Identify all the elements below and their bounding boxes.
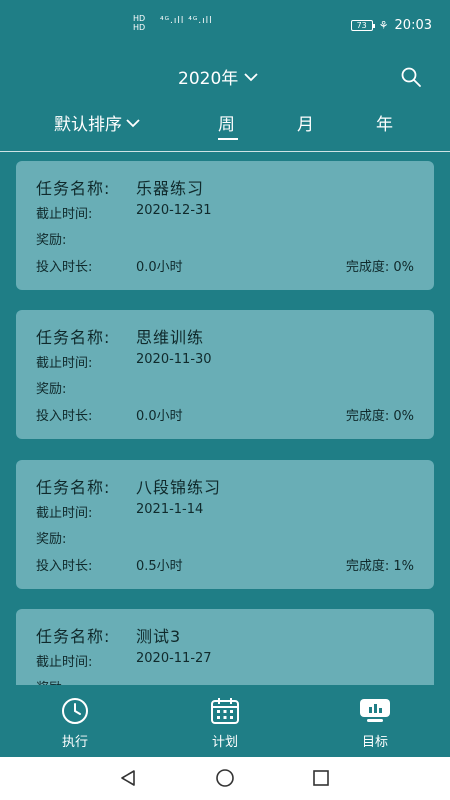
signal-icon: ⁴ᴳ.ıll ⁴ᴳ.ıll [160,16,213,26]
task-name: 八段锦练习 [136,478,222,497]
app-screen: HD HD ⁴ᴳ.ıll ⁴ᴳ.ıll 73 ⚘ 20:03 2020年 默认排… [0,0,450,757]
nav-plan-label: 计划 [211,735,238,750]
task-list[interactable]: 任务名称: 乐器练习 截止时间: 2020-12-31 奖励: 投入时长: 0.… [0,152,450,685]
task-card[interactable]: 任务名称: 八段锦练习 截止时间: 2021-1-14 奖励: 投入时长: 0.… [16,460,434,589]
year-selector[interactable]: 2020年 [178,64,258,89]
time-spent-value: 0.0小时 [136,409,183,424]
back-icon[interactable] [118,768,138,788]
task-name-label: 任务名称: [36,627,111,646]
sort-label: 默认排序 [54,115,122,135]
task-name-label: 任务名称: [36,179,111,198]
sort-selector[interactable]: 默认排序 [54,110,140,135]
system-navigation-bar [0,757,450,800]
deadline-value: 2020-11-30 [136,352,212,367]
task-card[interactable]: 任务名称: 测试3 截止时间: 2020-11-27 奖励: [16,609,434,685]
power-saving-icon: ⚘ [378,19,389,32]
task-name: 思维训练 [136,328,205,347]
recent-apps-icon[interactable] [311,768,331,788]
search-icon[interactable] [400,66,422,88]
clock-icon [62,698,88,724]
period-tabs: 默认排序 周 月 年 [0,108,450,148]
task-card[interactable]: 任务名称: 思维训练 截止时间: 2020-11-30 奖励: 投入时长: 0.… [16,310,434,439]
deadline-value: 2020-12-31 [136,203,212,218]
time-spent-label: 投入时长: [36,260,93,275]
year-label: 2020年 [178,69,239,89]
tab-month[interactable]: 月 [297,110,314,135]
time-spent-label: 投入时长: [36,559,93,574]
network-indicators: HD HD [133,14,145,32]
task-name: 乐器练习 [136,179,205,198]
chevron-down-icon [244,72,258,81]
home-icon[interactable] [214,768,236,788]
completion-value: 完成度: 0% [345,409,414,424]
battery-icon: 73 [350,20,375,31]
deadline-label: 截止时间: [36,506,93,521]
deadline-value: 2021-1-14 [136,502,204,517]
hd-badge-bottom: HD [133,23,146,32]
deadline-label: 截止时间: [36,356,93,371]
task-card[interactable]: 任务名称: 乐器练习 截止时间: 2020-12-31 奖励: 投入时长: 0.… [16,161,434,290]
tab-week[interactable]: 周 [218,110,235,135]
task-name-label: 任务名称: [36,478,111,497]
nav-execute-label: 执行 [61,735,88,750]
nav-execute[interactable]: 执行 [35,697,115,750]
hd-badge-top: HD [133,14,146,23]
nav-goal[interactable]: 目标 [335,697,415,750]
reward-label: 奖励: [36,677,66,685]
deadline-value: 2020-11-27 [136,651,212,666]
task-name: 测试3 [136,627,182,646]
active-tab-indicator [218,138,238,140]
reward-label: 奖励: [36,382,67,397]
task-name-label: 任务名称: [36,328,111,347]
status-right: 73 ⚘ 20:03 [350,18,432,33]
time-spent-label: 投入时长: [36,409,93,424]
time-spent-value: 0.5小时 [136,559,183,574]
status-time: 20:03 [394,18,432,33]
calendar-icon [211,698,239,724]
nav-plan[interactable]: 计划 [185,697,265,750]
goal-board-icon [360,699,390,722]
bottom-navigation: 执行 计划 目标 [0,685,450,757]
status-bar: HD HD ⁴ᴳ.ıll ⁴ᴳ.ıll 73 ⚘ 20:03 [0,0,450,48]
completion-value: 完成度: 1% [345,559,414,574]
nav-goal-label: 目标 [361,735,388,750]
reward-label: 奖励: [36,233,67,248]
reward-label: 奖励: [36,532,67,547]
tab-year[interactable]: 年 [376,110,393,135]
deadline-label: 截止时间: [36,655,93,670]
chevron-down-icon [126,118,140,127]
completion-value: 完成度: 0% [345,260,414,275]
time-spent-value: 0.0小时 [136,260,183,275]
deadline-label: 截止时间: [36,207,93,222]
